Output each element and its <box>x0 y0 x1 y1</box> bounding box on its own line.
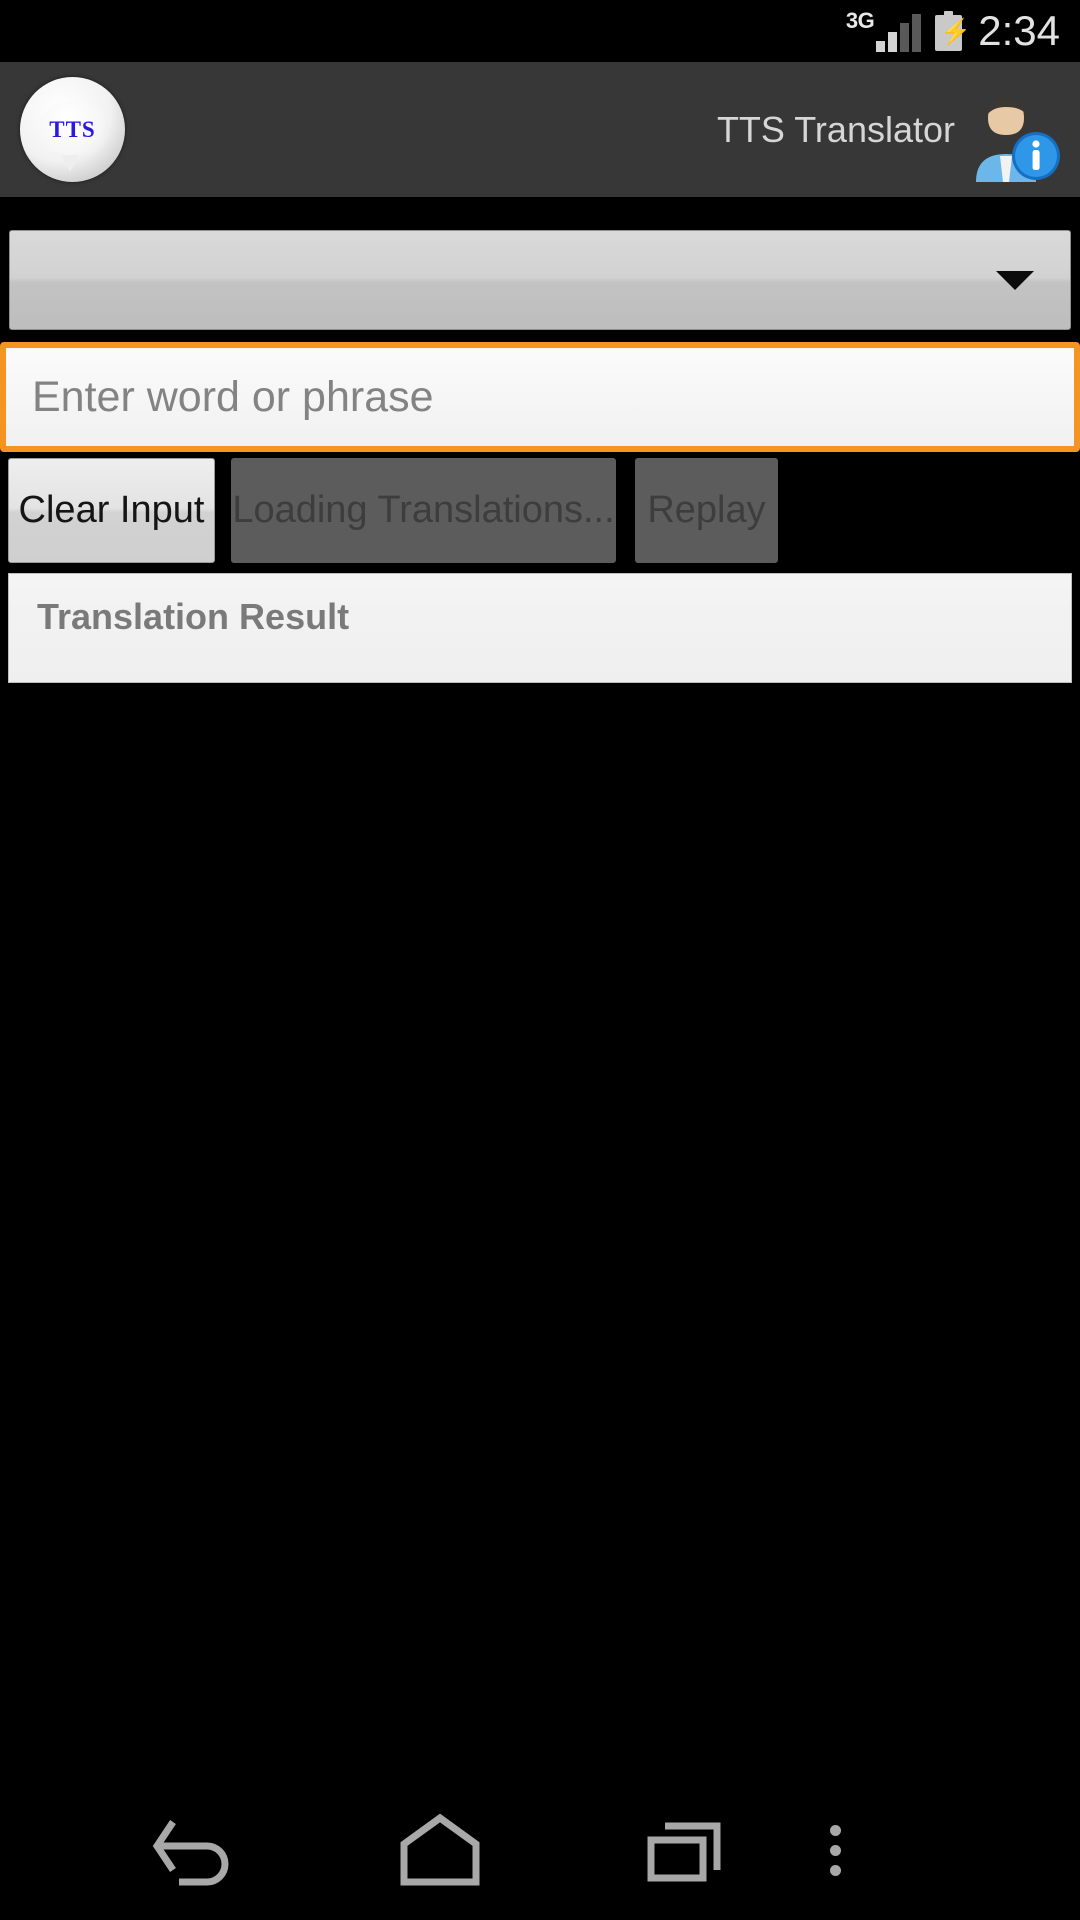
replay-button-label: Replay <box>647 489 766 531</box>
clock-label: 2:34 <box>978 7 1060 54</box>
recents-icon <box>647 1822 721 1882</box>
page-title: TTS Translator <box>716 108 955 150</box>
phone-screen: 3G ⚡ 2:34 TTS TTS Translator Enter word … <box>0 0 1080 1920</box>
translate-button-label: Loading Translations... <box>232 489 615 531</box>
signal-indicator: 3G <box>845 8 922 52</box>
translation-result-label: Translation Result <box>37 596 350 637</box>
battery-charging-icon: ⚡ <box>935 11 972 51</box>
action-bar: TTS TTS Translator <box>0 62 1080 197</box>
back-button[interactable] <box>120 1780 270 1920</box>
language-spinner[interactable] <box>9 230 1071 330</box>
action-button-row: Clear Input Loading Translations... Repl… <box>8 458 1080 563</box>
home-button[interactable] <box>365 1780 515 1920</box>
signal-bars-icon <box>876 12 922 52</box>
battery-bolt-glyph: ⚡ <box>940 18 972 46</box>
user-info-icon[interactable] <box>962 94 1062 182</box>
home-icon <box>400 1813 480 1886</box>
status-bar: 3G ⚡ 2:34 <box>0 0 1080 62</box>
overflow-menu-button[interactable] <box>775 1780 895 1920</box>
navigation-bar <box>0 1780 1080 1920</box>
app-logo-label: TTS <box>49 116 96 142</box>
network-type-label: 3G <box>845 8 875 33</box>
app-logo-icon[interactable]: TTS <box>20 77 125 182</box>
translation-result-panel[interactable]: Translation Result <box>8 573 1072 683</box>
speech-bubble-shape: TTS <box>36 100 109 172</box>
phrase-input-placeholder: Enter word or phrase <box>32 372 434 421</box>
chevron-down-icon <box>996 270 1034 290</box>
replay-button: Replay <box>635 458 778 563</box>
overflow-menu-icon <box>829 1824 841 1876</box>
translate-button: Loading Translations... <box>231 458 616 563</box>
recents-button[interactable] <box>612 1780 762 1920</box>
clear-input-button[interactable]: Clear Input <box>8 458 215 563</box>
phrase-input[interactable]: Enter word or phrase <box>0 342 1080 452</box>
clear-input-button-label: Clear Input <box>18 489 205 531</box>
back-arrow-icon <box>152 1820 229 1886</box>
